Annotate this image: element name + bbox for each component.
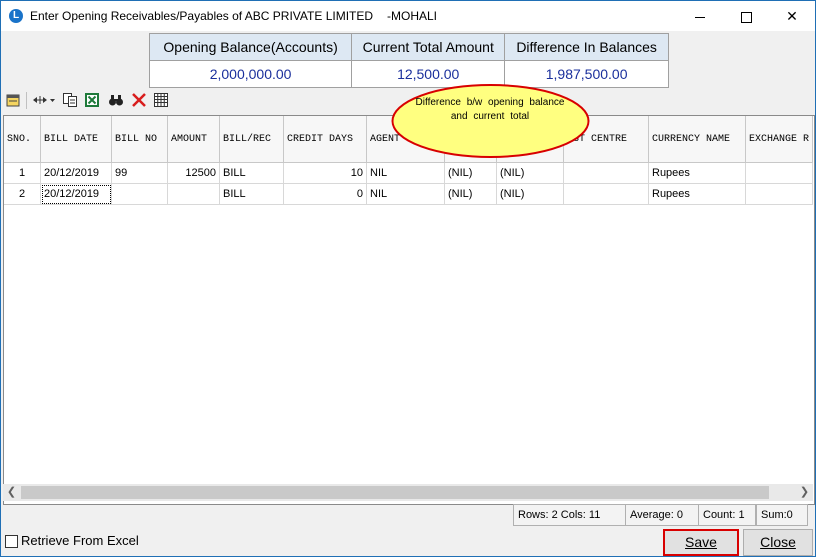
- col-amount[interactable]: AMOUNT: [167, 116, 220, 163]
- current-total-header: Current Total Amount: [351, 33, 506, 61]
- opening-balance-header: Opening Balance(Accounts): [148, 33, 353, 61]
- scroll-left-icon[interactable]: ❮: [3, 484, 20, 501]
- cell-currency-name[interactable]: Rupees: [648, 162, 746, 184]
- cell-sno[interactable]: 2: [4, 183, 41, 205]
- callout-text: Difference b/w opening balance and curre…: [415, 97, 565, 122]
- close-button[interactable]: Close: [743, 529, 813, 556]
- status-count: Count: 1: [698, 504, 756, 526]
- cell-cost-centre[interactable]: [563, 162, 649, 184]
- window-title-suffix: -MOHALI: [387, 9, 438, 23]
- maximize-icon: [740, 11, 752, 23]
- col-bill-rec[interactable]: BILL/REC: [219, 116, 284, 163]
- status-sum: Sum:0: [756, 504, 808, 526]
- retrieve-from-excel-checkbox[interactable]: [5, 535, 18, 548]
- maximize-button[interactable]: [723, 1, 769, 31]
- grid-icon[interactable]: [153, 92, 169, 108]
- close-window-button[interactable]: ✕: [769, 1, 815, 31]
- title-bar: L Enter Opening Receivables/Payables of …: [1, 1, 815, 31]
- col-sno[interactable]: SNO.: [4, 116, 41, 163]
- cell-currency-name[interactable]: Rupees: [648, 183, 746, 205]
- scroll-thumb[interactable]: [21, 486, 769, 499]
- col-exchange-rate[interactable]: EXCHANGE R: [745, 116, 814, 163]
- find-icon[interactable]: [108, 92, 124, 108]
- minimize-icon: [695, 16, 705, 18]
- minimize-button[interactable]: [677, 1, 723, 31]
- copy-icon[interactable]: [62, 92, 78, 108]
- notes-icon[interactable]: [5, 92, 21, 108]
- cell-agent[interactable]: NIL: [366, 162, 445, 184]
- cell-hidden-1[interactable]: (NIL): [444, 162, 497, 184]
- cell-bill-no[interactable]: 99: [111, 162, 168, 184]
- cell-credit-days[interactable]: 10: [283, 162, 367, 184]
- dialog-window: L Enter Opening Receivables/Payables of …: [0, 0, 816, 557]
- cell-exchange-rate[interactable]: [745, 183, 814, 205]
- save-button[interactable]: Save: [663, 529, 739, 556]
- cell-credit-days[interactable]: 0: [283, 183, 367, 205]
- close-icon: ✕: [786, 8, 798, 24]
- status-rows-cols: Rows: 2 Cols: 11: [513, 504, 629, 526]
- status-average: Average: 0: [625, 504, 699, 526]
- balance-summary-table: Opening Balance(Accounts) Current Total …: [148, 33, 669, 88]
- bills-grid[interactable]: SNO. BILL DATE BILL NO AMOUNT BILL/REC C…: [3, 115, 815, 505]
- table-row[interactable]: 1 20/12/2019 99 12500 BILL 10 NIL (NIL) …: [4, 162, 814, 184]
- window-title: Enter Opening Receivables/Payables of AB…: [30, 9, 374, 23]
- cell-amount[interactable]: [167, 183, 220, 205]
- retrieve-from-excel-label[interactable]: Retrieve From Excel: [21, 533, 139, 548]
- cell-bill-rec[interactable]: BILL: [219, 183, 284, 205]
- col-credit-days[interactable]: CREDIT DAYS: [283, 116, 367, 163]
- cell-bill-date[interactable]: 20/12/2019: [40, 162, 112, 184]
- cell-bill-no[interactable]: [111, 183, 168, 205]
- cell-sno[interactable]: 1: [4, 162, 41, 184]
- horizontal-scrollbar[interactable]: ❮ ❯: [3, 484, 813, 501]
- resize-columns-icon[interactable]: [32, 92, 56, 108]
- cell-hidden-2[interactable]: (NIL): [496, 183, 564, 205]
- cell-bill-rec[interactable]: BILL: [219, 162, 284, 184]
- scroll-right-icon[interactable]: ❯: [796, 484, 813, 501]
- delete-icon[interactable]: [131, 92, 147, 108]
- cell-hidden-2[interactable]: (NIL): [496, 162, 564, 184]
- cell-bill-date[interactable]: 20/12/2019: [40, 183, 112, 205]
- cell-cost-centre[interactable]: [563, 183, 649, 205]
- col-currency-name[interactable]: CURRENCY NAME: [648, 116, 746, 163]
- cell-hidden-1[interactable]: (NIL): [444, 183, 497, 205]
- table-row[interactable]: 2 20/12/2019 BILL 0 NIL (NIL) (NIL) Rupe…: [4, 183, 814, 205]
- difference-header: Difference In Balances: [504, 33, 669, 61]
- col-bill-date[interactable]: BILL DATE: [40, 116, 112, 163]
- opening-balance-value: 2,000,000.00: [148, 60, 353, 88]
- app-logo-icon: L: [9, 9, 23, 23]
- cell-amount[interactable]: 12500: [167, 162, 220, 184]
- excel-icon[interactable]: [84, 92, 100, 108]
- col-bill-no[interactable]: BILL NO: [111, 116, 168, 163]
- cell-agent[interactable]: NIL: [366, 183, 445, 205]
- cell-exchange-rate[interactable]: [745, 162, 814, 184]
